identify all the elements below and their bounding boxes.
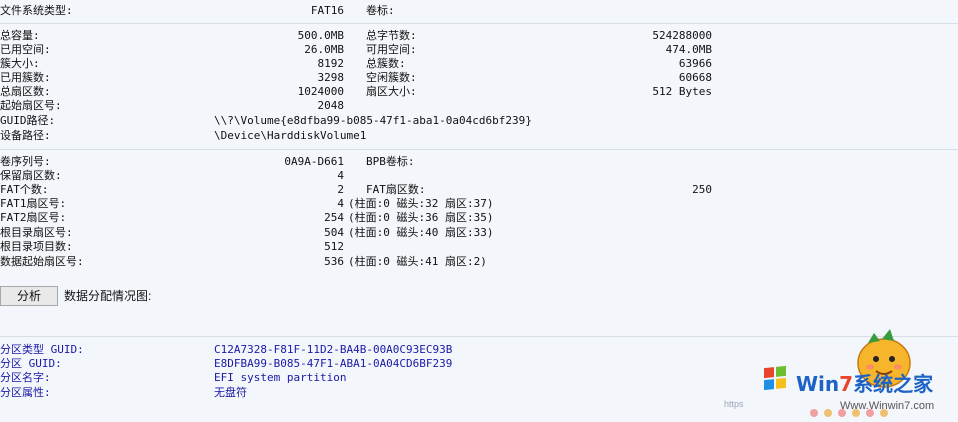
watermark-brand-digit: 7 — [839, 372, 854, 396]
filesystem-type-label: 文件系统类型: — [0, 4, 73, 17]
partition-guid-value: E8DFBA99-B085-47F1-ABA1-0A04CD6BF239 — [214, 357, 453, 370]
root-dir-sector-label: 根目录扇区号: — [0, 226, 73, 239]
watermark-small: https — [724, 399, 744, 409]
fat1-sector-label: FAT1扇区号: — [0, 197, 67, 210]
root-entries-label: 根目录项目数: — [0, 240, 73, 253]
partition-name-label: 分区名字: — [0, 371, 51, 384]
watermark-brand: Win7系统之家 — [796, 373, 933, 395]
partition-attributes-value: 无盘符 — [214, 386, 247, 399]
start-sector-label: 起始扇区号: — [0, 99, 62, 112]
fat2-chs: (柱面:0 磁头:36 扇区:35) — [348, 211, 494, 224]
fat-sectors-label: FAT扇区数: — [366, 183, 426, 196]
device-path-label: 设备路径: — [0, 129, 51, 142]
allocation-map-caption: 数据分配情况图: — [64, 289, 152, 303]
data-start-sector-value: 536 — [324, 255, 344, 268]
separator — [0, 23, 958, 24]
total-bytes-value: 524288000 — [652, 29, 712, 42]
analyze-button[interactable]: 分析 — [0, 286, 58, 306]
start-sector-value: 2048 — [317, 99, 345, 112]
watermark-brand-suffix: 系统之家 — [853, 372, 934, 396]
total-capacity-value: 500.0MB — [297, 29, 344, 42]
data-start-chs: (柱面:0 磁头:41 扇区:2) — [348, 255, 487, 268]
used-clusters-value: 3298 — [317, 71, 345, 84]
fat2-sector-label: FAT2扇区号: — [0, 211, 67, 224]
free-clusters-value: 60668 — [678, 71, 712, 84]
root-dir-sector-value: 504 — [324, 226, 344, 239]
cluster-size-value: 8192 — [317, 57, 345, 70]
total-sectors-value: 1024000 — [297, 85, 344, 98]
serial-label: 卷序列号: — [0, 155, 51, 168]
reserved-sectors-value: 4 — [337, 169, 344, 182]
used-space-label: 已用空间: — [0, 43, 51, 56]
total-sectors-label: 总扇区数: — [0, 85, 51, 98]
partition-guid-label: 分区 GUID: — [0, 357, 62, 370]
sector-size-label: 扇区大小: — [366, 85, 417, 98]
guid-path-value: \\?\Volume{e8dfba99-b085-47f1-aba1-0a04c… — [214, 114, 532, 127]
sector-size-value: 512 Bytes — [652, 85, 712, 98]
bpb-label: BPB卷标: — [366, 155, 415, 168]
total-clusters-label: 总簇数: — [366, 57, 406, 70]
fat1-sector-value: 4 — [337, 197, 344, 210]
total-capacity-label: 总容量: — [0, 29, 40, 42]
used-space-value: 26.0MB — [304, 43, 344, 56]
watermark-brand-prefix: Win — [796, 372, 840, 396]
volume-label-label: 卷标: — [366, 4, 395, 17]
partition-type-guid-label: 分区类型 GUID: — [0, 343, 84, 356]
fat-count-label: FAT个数: — [0, 183, 49, 196]
fat-count-value: 2 — [337, 183, 344, 196]
free-space-value: 474.0MB — [665, 43, 712, 56]
free-space-label: 可用空间: — [366, 43, 417, 56]
partition-type-guid-value: C12A7328-F81F-11D2-BA4B-00A0C93EC93B — [214, 343, 453, 356]
root-dir-chs: (柱面:0 磁头:40 扇区:33) — [348, 226, 494, 239]
guid-path-label: GUID路径: — [0, 114, 56, 127]
cluster-size-label: 簇大小: — [0, 57, 40, 70]
separator — [0, 149, 958, 150]
used-clusters-label: 已用簇数: — [0, 71, 51, 84]
data-start-sector-label: 数据起始扇区号: — [0, 255, 84, 268]
total-bytes-label: 总字节数: — [366, 29, 417, 42]
partition-name-value: EFI system partition — [214, 371, 347, 384]
fat2-sector-value: 254 — [324, 211, 344, 224]
reserved-sectors-label: 保留扇区数: — [0, 169, 62, 182]
watermark-url: Www.Winwin7.com — [840, 400, 935, 412]
partition-attributes-label: 分区属性: — [0, 386, 51, 399]
fat-sectors-value: 250 — [692, 183, 712, 196]
device-path-value: \Device\HarddiskVolume1 — [214, 129, 367, 142]
serial-value: 0A9A-D661 — [284, 155, 344, 168]
filesystem-type-value: FAT16 — [310, 4, 344, 17]
free-clusters-label: 空闲簇数: — [366, 71, 417, 84]
root-entries-value: 512 — [324, 240, 344, 253]
total-clusters-value: 63966 — [678, 57, 712, 70]
watermark: Win7系统之家 https Www.Winwin7.com — [724, 325, 958, 419]
fat1-chs: (柱面:0 磁头:32 扇区:37) — [348, 197, 494, 210]
